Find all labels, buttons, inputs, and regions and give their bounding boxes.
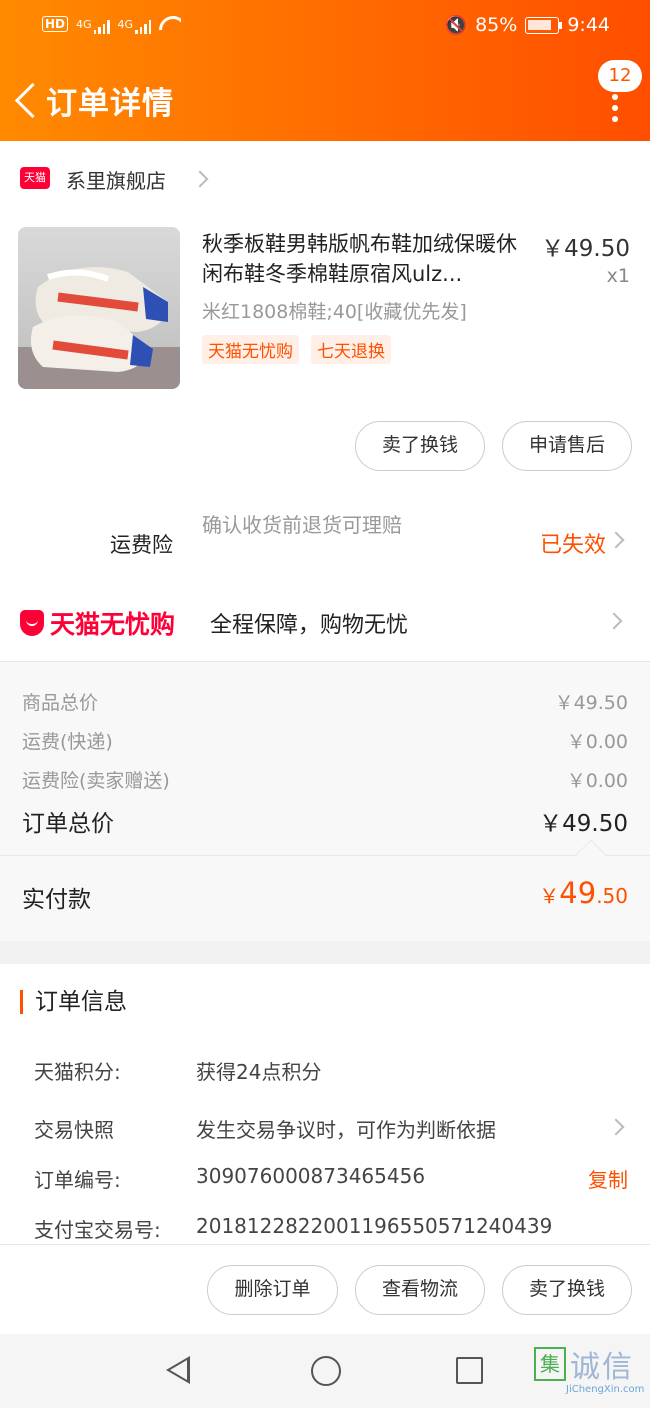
tmall-worry-free-logo: 天猫无忧购 <box>20 605 175 641</box>
nav-bar: 订单详情 12 <box>0 60 650 140</box>
info-row-order-number: 订单编号: 309076000873465456 复制 <box>34 1164 628 1193</box>
shield-icon <box>20 610 44 636</box>
sell-for-cash-button-bottom[interactable]: 卖了换钱 <box>502 1265 632 1315</box>
system-back-icon[interactable] <box>166 1356 190 1384</box>
order-item-card: 天猫 系里旗舰店 秋季板鞋男韩版帆布鞋加绒保暖休闲布鞋冬季棉鞋原宿风ulz...… <box>0 141 650 661</box>
status-bar: HD 4G 4G 🔇 85% 9:44 <box>0 0 650 56</box>
store-name[interactable]: 系里旗舰店 <box>66 165 166 194</box>
info-row-alipay-number: 支付宝交易号: 2018122822001196550571240439 <box>34 1214 553 1242</box>
product-title[interactable]: 秋季板鞋男韩版帆布鞋加绒保暖休闲布鞋冬季棉鞋原宿风ulz... <box>202 229 532 289</box>
message-count-badge: 12 <box>598 60 642 92</box>
assurance-text[interactable]: 全程保障，购物无忧 <box>210 607 408 639</box>
store-row[interactable]: 天猫 系里旗舰店 <box>0 159 650 199</box>
mute-icon: 🔇 <box>444 14 468 36</box>
chevron-right-icon <box>607 531 625 549</box>
back-icon[interactable] <box>14 82 42 118</box>
page-title: 订单详情 <box>46 86 174 122</box>
order-info-section: 订单信息 天猫积分: 获得24点积分 交易快照 发生交易争议时，可作为判断依据 订单… <box>0 964 650 1244</box>
tag-seven-day-return: 七天退换 <box>311 335 391 364</box>
price-summary: 商品总价 ￥49.50 运费(快递) ￥0.00 运费险(卖家赠送) ￥0.00 订单… <box>0 661 650 855</box>
signal-icon-2: 4G <box>118 18 152 34</box>
shipping-insurance-status[interactable]: 已失效 <box>540 527 606 559</box>
copy-button[interactable]: 复制 <box>588 1164 628 1193</box>
shipping-insurance-desc: 确认收货前退货可理赔 <box>202 513 402 537</box>
actual-payment-label: 实付款 <box>22 887 91 913</box>
more-menu-icon[interactable] <box>612 94 620 134</box>
chevron-right-icon <box>191 170 209 188</box>
apply-aftersale-button[interactable]: 申请售后 <box>502 421 632 471</box>
product-price: ￥49.50 <box>541 236 630 262</box>
actual-payment-row: 实付款 ￥49.50 <box>0 839 650 941</box>
wifi-icon <box>159 16 181 32</box>
system-nav-bar: 集 诚信 JiChengXin.com <box>0 1334 650 1408</box>
watermark-url: JiChengXin.com <box>566 1384 645 1395</box>
info-row-points: 天猫积分: 获得24点积分 <box>34 1060 322 1084</box>
summary-row-shipping: 运费(快递) ￥0.00 <box>22 731 628 753</box>
product-quantity: x1 <box>606 265 630 287</box>
system-recents-icon[interactable] <box>456 1357 483 1384</box>
app-header: HD 4G 4G 🔇 85% 9:44 订单详情 12 <box>0 0 650 141</box>
product-sku: 米红1808棉鞋;40[收藏优先发] <box>202 301 467 323</box>
signal-icon: 4G <box>76 18 110 34</box>
order-info-heading: 订单信息 <box>20 990 127 1014</box>
tag-worry-free: 天猫无忧购 <box>202 335 299 364</box>
view-logistics-button[interactable]: 查看物流 <box>355 1265 485 1315</box>
hd-indicator: HD <box>42 16 69 32</box>
clock: 9:44 <box>567 14 610 36</box>
product-image[interactable] <box>18 227 180 389</box>
watermark-logo: 集 诚信 <box>534 1342 634 1386</box>
summary-row-goods: 商品总价 ￥49.50 <box>22 692 628 714</box>
tmall-icon: 天猫 <box>20 167 50 189</box>
system-home-icon[interactable] <box>311 1356 341 1386</box>
actual-payment-amount: ￥49.50 <box>539 876 628 910</box>
battery-percent: 85% <box>475 14 518 36</box>
bottom-action-bar: 删除订单 查看物流 卖了换钱 <box>0 1244 650 1334</box>
info-row-snapshot[interactable]: 交易快照 发生交易争议时，可作为判断依据 <box>34 1114 628 1144</box>
order-total-row: 订单总价 ￥49.50 <box>22 811 628 837</box>
sell-for-cash-button[interactable]: 卖了换钱 <box>355 421 485 471</box>
delete-order-button[interactable]: 删除订单 <box>207 1265 338 1315</box>
chevron-right-icon <box>605 612 623 630</box>
summary-row-insurance: 运费险(卖家赠送) ￥0.00 <box>22 770 628 792</box>
battery-icon <box>525 16 563 34</box>
shipping-insurance-label: 运费险 <box>110 533 173 557</box>
chevron-right-icon <box>607 1118 625 1136</box>
